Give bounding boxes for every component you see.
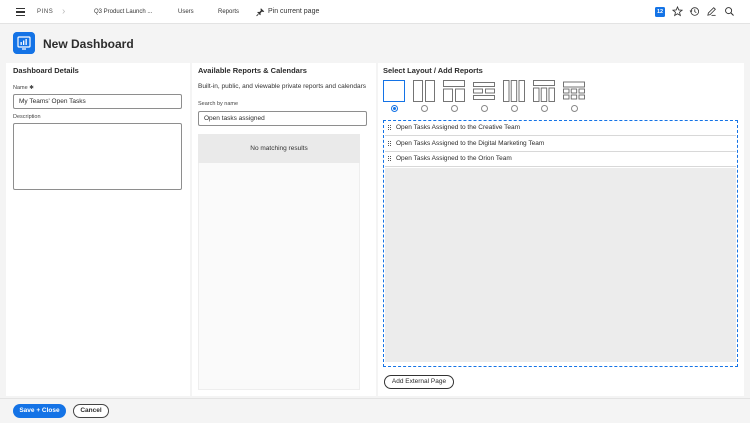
layout-radio-3[interactable] bbox=[450, 105, 458, 112]
layout-radio-5[interactable] bbox=[510, 105, 518, 112]
layout-radio-1[interactable] bbox=[390, 105, 398, 112]
layout-two-columns-icon[interactable] bbox=[413, 80, 435, 102]
report-item-label: Open Tasks Assigned to the Orion Team bbox=[396, 155, 512, 162]
name-field[interactable]: My Teams' Open Tasks bbox=[13, 94, 182, 109]
results-list bbox=[198, 163, 360, 390]
available-reports-title: Available Reports & Calendars bbox=[198, 66, 307, 75]
history-icon[interactable] bbox=[689, 6, 700, 17]
dashboard-details-title: Dashboard Details bbox=[13, 66, 79, 75]
layout-panel: Select Layout / Add Reports Open Tasks A… bbox=[378, 63, 744, 396]
dashboard-icon bbox=[13, 32, 35, 54]
drag-handle-icon[interactable] bbox=[388, 156, 391, 162]
pins-label[interactable]: PINS bbox=[37, 9, 53, 15]
report-item[interactable]: Open Tasks Assigned to the Creative Team bbox=[385, 121, 736, 136]
description-label: Description bbox=[13, 114, 41, 120]
required-indicator: ✱ bbox=[29, 85, 34, 91]
layout-title: Select Layout / Add Reports bbox=[383, 66, 483, 75]
dashboard-details-panel: Dashboard Details Name ✱ My Teams' Open … bbox=[6, 63, 190, 396]
edit-icon[interactable] bbox=[706, 6, 717, 17]
layout-radio-2[interactable] bbox=[420, 105, 428, 112]
save-close-button[interactable]: Save + Close bbox=[13, 404, 66, 418]
drop-area[interactable] bbox=[385, 168, 736, 362]
pin-icon[interactable] bbox=[256, 7, 265, 17]
no-results-message: No matching results bbox=[198, 134, 360, 163]
layout-top-three-columns-icon[interactable] bbox=[533, 80, 555, 102]
nav-project-link[interactable]: Q3 Product Launch ... bbox=[94, 9, 152, 15]
report-item-label: Open Tasks Assigned to the Creative Team bbox=[396, 124, 521, 131]
layout-radio-4[interactable] bbox=[480, 105, 488, 112]
star-icon[interactable] bbox=[672, 6, 683, 17]
report-item[interactable]: Open Tasks Assigned to the Digital Marke… bbox=[385, 137, 736, 152]
layout-three-columns-icon[interactable] bbox=[503, 80, 525, 102]
notifications-badge[interactable]: 12 bbox=[655, 7, 665, 17]
layout-grid-icon[interactable] bbox=[563, 80, 585, 102]
menu-icon[interactable] bbox=[16, 8, 25, 17]
layout-radio-6[interactable] bbox=[540, 105, 548, 112]
layout-radio-7[interactable] bbox=[570, 105, 578, 112]
drag-handle-icon[interactable] bbox=[388, 141, 391, 147]
footer-bar bbox=[0, 398, 750, 423]
report-item-label: Open Tasks Assigned to the Digital Marke… bbox=[396, 140, 545, 147]
cancel-button[interactable]: Cancel bbox=[73, 404, 109, 418]
page-title: New Dashboard bbox=[43, 37, 134, 51]
search-icon[interactable] bbox=[724, 6, 735, 17]
available-reports-subtitle: Built-in, public, and viewable private r… bbox=[198, 83, 367, 90]
layout-single-icon[interactable] bbox=[383, 80, 405, 102]
available-reports-panel: Available Reports & Calendars Built-in, … bbox=[192, 63, 376, 396]
top-navigation-bar: PINS › Q3 Product Launch ... Users Repor… bbox=[0, 0, 750, 24]
add-external-page-button[interactable]: Add External Page bbox=[384, 375, 454, 389]
description-field[interactable] bbox=[13, 123, 182, 190]
name-label-text: Name bbox=[13, 85, 28, 91]
layout-rows-icon[interactable] bbox=[473, 80, 495, 102]
search-input[interactable]: Open tasks assigned bbox=[198, 111, 367, 126]
report-item[interactable]: Open Tasks Assigned to the Orion Team bbox=[385, 152, 736, 167]
nav-users-link[interactable]: Users bbox=[178, 9, 194, 15]
nav-reports-link[interactable]: Reports bbox=[218, 9, 239, 15]
report-drop-zone[interactable]: Open Tasks Assigned to the Creative Team… bbox=[383, 120, 738, 367]
pin-current-page-button[interactable]: Pin current page bbox=[268, 8, 319, 15]
name-label: Name ✱ bbox=[13, 85, 34, 91]
chevron-right-icon: › bbox=[62, 6, 66, 17]
search-label: Search by name bbox=[198, 101, 239, 107]
layout-top-two-columns-icon[interactable] bbox=[443, 80, 465, 102]
drag-handle-icon[interactable] bbox=[388, 125, 391, 131]
